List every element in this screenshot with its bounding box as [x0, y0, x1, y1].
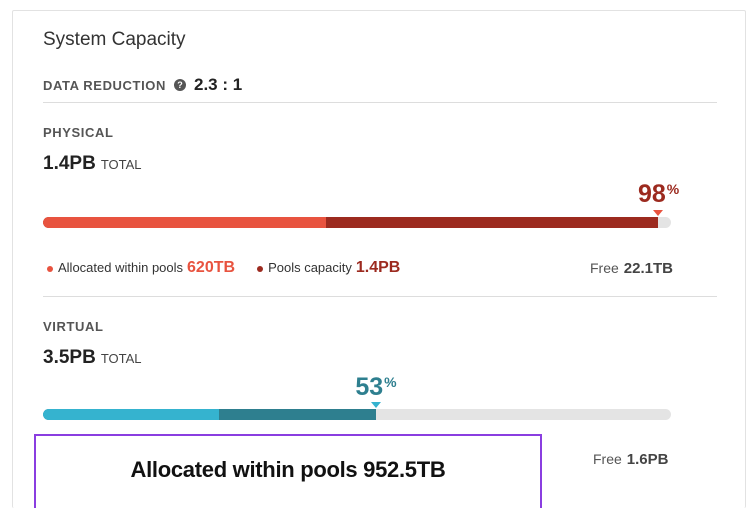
physical-total-unit: TOTAL	[100, 157, 142, 172]
virtual-free-label: Free	[593, 451, 622, 467]
virtual-section-label: VIRTUAL	[43, 319, 104, 334]
physical-free-label: Free	[590, 259, 619, 276]
virtual-marker-icon	[370, 402, 381, 408]
legend-pools-capacity-label: Pools capacity	[268, 260, 352, 275]
physical-percent: 98 %	[638, 180, 679, 209]
legend-allocated-value: 620TB	[187, 259, 236, 276]
physical-percent-symbol: %	[666, 181, 680, 197]
virtual-percent-symbol: %	[384, 374, 397, 390]
legend-allocated-label: Allocated within pools	[58, 260, 184, 275]
virtual-total-unit: TOTAL	[100, 351, 142, 366]
data-reduction-label: DATA REDUCTION	[43, 77, 166, 93]
question-circle-icon[interactable]: ?	[173, 79, 186, 91]
physical-capacity-bar[interactable]	[43, 217, 671, 228]
legend-pools-capacity-value: 1.4PB	[355, 259, 401, 276]
physical-total: 1.4PB TOTAL	[43, 153, 142, 175]
legend-pools-capacity: Pools capacity 1.4PB	[257, 259, 400, 277]
physical-percent-value: 98	[637, 180, 666, 208]
virtual-total: 3.5PB TOTAL	[43, 347, 142, 369]
physical-legend: Allocated within pools 620TB Pools capac…	[47, 259, 673, 277]
virtual-percent-value: 53	[355, 373, 384, 401]
data-reduction-row: DATA REDUCTION ? 2.3 : 1	[43, 75, 242, 95]
allocated-dot-icon	[47, 266, 53, 272]
allocated-segment[interactable]	[43, 217, 326, 228]
virtual-allocated-segment[interactable]	[43, 409, 219, 420]
physical-section-label: PHYSICAL	[43, 125, 114, 140]
tooltip-text: Allocated within pools 952.5TB	[130, 457, 446, 482]
divider	[43, 102, 717, 103]
virtual-percent: 53 %	[355, 373, 396, 402]
divider	[43, 296, 717, 297]
panel-title: System Capacity	[43, 29, 186, 50]
virtual-free: Free 1.6PB	[593, 451, 669, 468]
physical-free: Free 22.1TB	[590, 260, 673, 277]
legend-allocated: Allocated within pools 620TB	[47, 259, 235, 277]
physical-marker-icon	[653, 210, 664, 216]
allocated-tooltip: Allocated within pools 952.5TB	[34, 434, 542, 508]
physical-free-value: 22.1TB	[623, 259, 673, 277]
virtual-total-value: 3.5PB	[43, 347, 96, 368]
virtual-free-value: 1.6PB	[626, 451, 669, 468]
pools-capacity-dot-icon	[257, 266, 264, 272]
virtual-capacity-bar[interactable]	[43, 409, 671, 420]
data-reduction-value: 2.3 : 1	[193, 75, 243, 94]
physical-total-value: 1.4PB	[43, 153, 96, 174]
